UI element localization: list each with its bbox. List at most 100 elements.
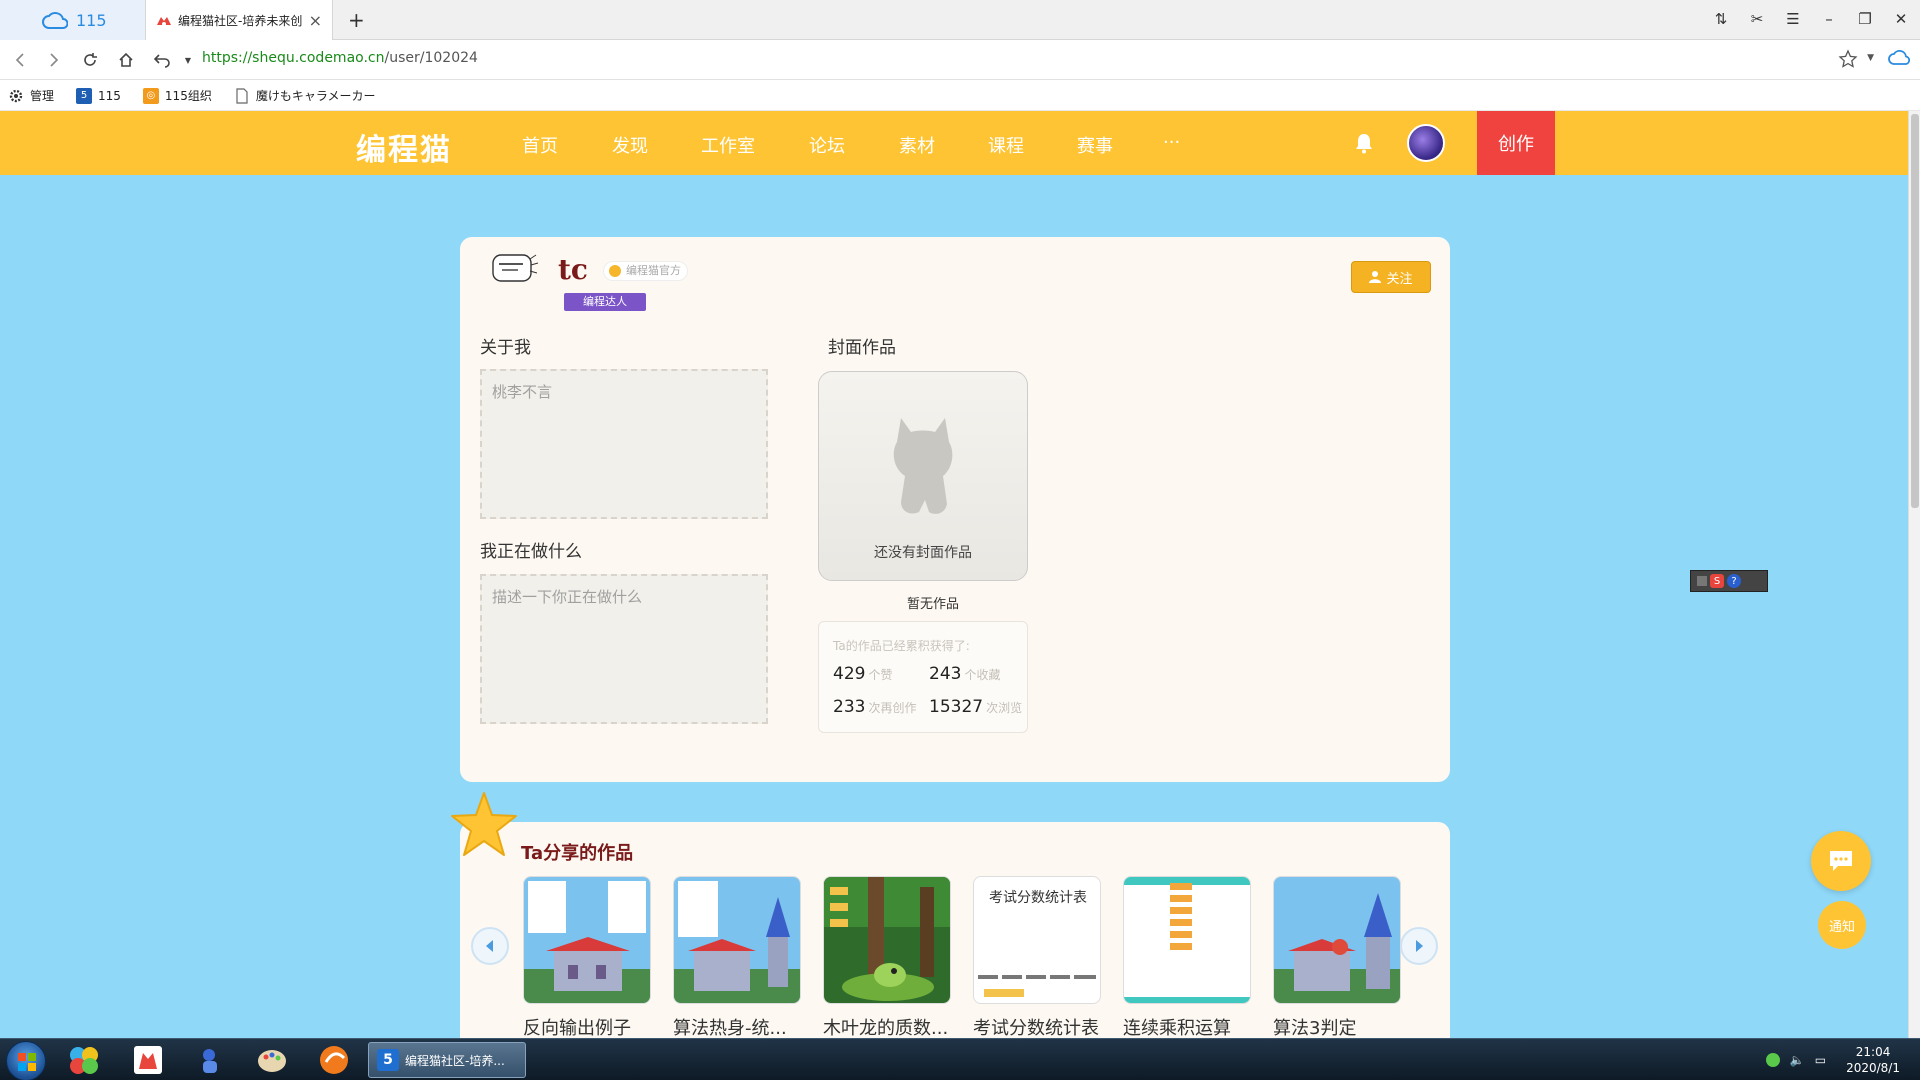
doing-textbox[interactable]: 描述一下你正在做什么 — [480, 574, 768, 724]
page-viewport: 编程猫 首页 发现 工作室 论坛 素材 课程 赛事 ··· 创作 tc 编程猫官… — [0, 111, 1908, 1038]
nav-studio[interactable]: 工作室 — [701, 132, 755, 158]
active-tab[interactable]: 编程猫社区-培养未来创 × — [145, 0, 333, 41]
work-item[interactable]: 考试分数统计表 考试分数统计表 — [973, 876, 1101, 1038]
back-icon[interactable] — [8, 48, 32, 72]
work-item[interactable]: 木叶龙的质数... — [823, 876, 951, 1038]
stat-unit: 次再创作 — [868, 701, 917, 715]
restore-icon[interactable]: ❐ — [1854, 8, 1876, 30]
start-button[interactable] — [6, 1041, 46, 1080]
stats-header: Ta的作品已经累积获得了: — [833, 639, 970, 653]
arrow-left-icon — [486, 940, 493, 952]
site-logo[interactable]: 编程猫 — [356, 125, 452, 169]
bell-icon[interactable] — [1352, 131, 1376, 159]
work-title[interactable]: 考试分数统计表 — [973, 1014, 1101, 1038]
page-scrollbar[interactable] — [1908, 111, 1920, 1038]
scissors-icon[interactable]: ✂ — [1746, 8, 1768, 30]
taskbar-app-scratch[interactable] — [120, 1043, 176, 1077]
forward-icon[interactable] — [42, 48, 66, 72]
work-title[interactable]: 反向输出例子 — [523, 1014, 651, 1038]
bookmark-115[interactable]: 5 115 — [76, 87, 121, 104]
reload-icon[interactable] — [78, 48, 102, 72]
cloud-tab[interactable]: 115 — [0, 0, 145, 40]
work-item[interactable]: 连续乘积运算 — [1123, 876, 1251, 1038]
taskbar: 5 编程猫社区-培养... 🔈 ▭ 21:04 2020/8/1 — [0, 1038, 1920, 1080]
work-title[interactable]: 算法3判定 — [1273, 1014, 1401, 1038]
stat-value: 15327 — [929, 697, 984, 717]
cloud-sync-icon[interactable] — [1888, 48, 1911, 72]
browser-tab-bar: 115 编程猫社区-培养未来创 × + ⇅ ✂ ☰ – ❐ ✕ — [0, 0, 1920, 41]
scratch-app-icon — [134, 1046, 162, 1074]
help-icon[interactable]: ? — [1727, 574, 1741, 588]
minimize-icon[interactable]: – — [1818, 8, 1840, 30]
follow-label: 关注 — [1386, 271, 1413, 287]
bookmark-manage[interactable]: 管理 — [8, 87, 54, 104]
bookmark-label: 管理 — [30, 89, 55, 103]
windows-logo-icon — [18, 1053, 36, 1071]
stat-views: 15327 次浏览 — [929, 698, 1025, 717]
stats-box: Ta的作品已经累积获得了: 429 个赞 243 个收藏 233 次再创作 15327… — [818, 621, 1028, 733]
scrollbar-thumb[interactable] — [1911, 114, 1919, 508]
work-title[interactable]: 算法热身-统... — [673, 1014, 801, 1038]
sogou-icon[interactable]: S — [1710, 574, 1724, 588]
undo-dropdown-icon[interactable]: ▼ — [176, 48, 200, 72]
tab-close-icon[interactable]: × — [309, 11, 322, 30]
ime-grid-icon[interactable] — [1697, 576, 1707, 586]
clock[interactable]: 21:04 2020/8/1 — [1846, 1044, 1900, 1076]
cover-work-placeholder: 还没有封面作品 — [818, 371, 1028, 581]
gear-icon — [9, 89, 23, 102]
work-item[interactable]: 反向输出例子 — [523, 876, 651, 1038]
work-thumbnail[interactable] — [673, 876, 801, 1004]
chat-icon — [1830, 851, 1852, 871]
ime-toolbar[interactable]: S ? — [1690, 570, 1768, 592]
follow-button[interactable]: 关注 — [1351, 261, 1431, 293]
nav-materials[interactable]: 素材 — [899, 132, 935, 158]
nav-home[interactable]: 首页 — [522, 132, 558, 158]
cover-empty-text: 还没有封面作品 — [874, 545, 972, 561]
bookmark-character-maker[interactable]: 魔けもキャラメーカー — [234, 87, 376, 104]
nav-courses[interactable]: 课程 — [988, 132, 1024, 158]
work-item[interactable]: 算法热身-统... — [673, 876, 801, 1038]
undo-close-icon[interactable] — [150, 48, 174, 72]
nav-events[interactable]: 赛事 — [1077, 132, 1113, 158]
taskbar-app-character[interactable] — [182, 1043, 238, 1077]
orange-app-icon — [320, 1046, 348, 1074]
home-icon[interactable] — [114, 48, 138, 72]
bookmark-dropdown-icon[interactable]: ▼ — [1867, 53, 1874, 63]
create-button[interactable]: 创作 — [1477, 111, 1555, 175]
work-thumbnail[interactable] — [823, 876, 951, 1004]
user-avatar[interactable] — [1407, 124, 1445, 162]
work-title[interactable]: 木叶龙的质数... — [823, 1014, 951, 1038]
taskbar-app-paint[interactable] — [244, 1043, 300, 1077]
stat-value: 429 — [833, 664, 866, 684]
url-field[interactable]: https://shequ.codemao.cn/user/102024 — [202, 50, 478, 66]
work-item[interactable]: 算法3判定 — [1273, 876, 1401, 1038]
tray-network-icon[interactable] — [1765, 1053, 1780, 1067]
nav-forum[interactable]: 论坛 — [809, 132, 845, 158]
work-thumbnail[interactable]: 考试分数统计表 — [973, 876, 1101, 1004]
speed-icon[interactable]: ⇅ — [1710, 8, 1732, 30]
works-next-button[interactable] — [1400, 927, 1438, 965]
chat-button[interactable] — [1811, 831, 1871, 891]
taskbar-app-orange[interactable] — [306, 1043, 362, 1077]
window-close-icon[interactable]: ✕ — [1890, 8, 1912, 30]
notify-button[interactable]: 通知 — [1818, 901, 1866, 949]
taskbar-app-media[interactable] — [56, 1043, 112, 1077]
works-prev-button[interactable] — [471, 927, 509, 965]
taskbar-browser-task[interactable]: 5 编程猫社区-培养... — [368, 1042, 526, 1078]
bookmark-star-icon[interactable] — [1838, 49, 1858, 73]
work-title[interactable]: 连续乘积运算 — [1123, 1014, 1251, 1038]
new-tab-button[interactable]: + — [348, 8, 365, 32]
nav-discover[interactable]: 发现 — [612, 132, 648, 158]
work-thumbnail[interactable] — [1123, 876, 1251, 1004]
bookmark-115-org[interactable]: ◎ 115组织 — [142, 87, 212, 104]
action-center-icon[interactable]: ▭ — [1815, 1053, 1826, 1067]
about-textbox[interactable]: 桃李不言 — [480, 369, 768, 519]
official-tag-label: 编程猫官方 — [626, 264, 681, 277]
work-thumbnail[interactable] — [523, 876, 651, 1004]
volume-icon[interactable]: 🔈 — [1790, 1053, 1805, 1067]
work-thumbnail[interactable] — [1273, 876, 1401, 1004]
115-org-icon: ◎ — [142, 87, 159, 104]
nav-more[interactable]: ··· — [1163, 132, 1180, 153]
bookmark-label: 魔けもキャラメーカー — [255, 89, 376, 103]
menu-icon[interactable]: ☰ — [1782, 8, 1804, 30]
